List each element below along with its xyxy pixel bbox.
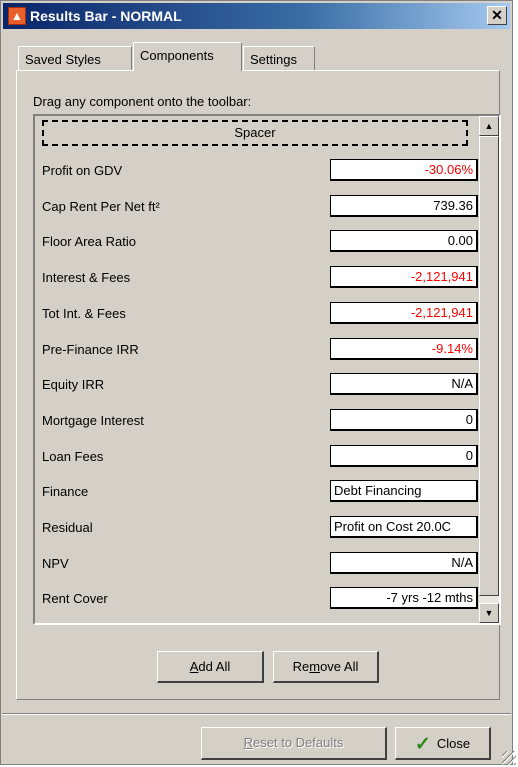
- resize-grip-icon[interactable]: [502, 751, 516, 765]
- component-value: -2,121,941: [330, 302, 478, 324]
- component-row-partial[interactable]: [39, 616, 479, 625]
- component-label: Loan Fees: [42, 449, 104, 464]
- component-row[interactable]: Rent Cover -7 yrs -12 mths: [39, 580, 479, 616]
- component-label: Tot Int. & Fees: [42, 306, 126, 321]
- reset-accel: R: [243, 735, 254, 750]
- component-value: -7 yrs -12 mths: [330, 587, 478, 609]
- tab-label: Saved Styles: [25, 52, 101, 67]
- component-row[interactable]: Tot Int. & Fees -2,121,941: [39, 295, 479, 331]
- component-row[interactable]: Cap Rent Per Net ft² 739.36: [39, 188, 479, 224]
- component-label: NPV: [42, 556, 69, 571]
- component-row[interactable]: Pre-Finance IRR -9.14%: [39, 331, 479, 367]
- component-label: Mortgage Interest: [42, 413, 144, 428]
- component-label: Residual: [42, 520, 93, 535]
- component-row[interactable]: Equity IRR N/A: [39, 366, 479, 402]
- component-value: N/A: [330, 373, 478, 395]
- vertical-scrollbar[interactable]: ▲ ▼: [479, 116, 499, 623]
- component-value: -2,121,941: [330, 266, 478, 288]
- title-bar[interactable]: ▲ Results Bar - NORMAL ✕: [3, 3, 510, 29]
- footer-separator: [2, 713, 511, 715]
- remove-all-label-rest: ove All: [320, 659, 359, 674]
- remove-all-accel: m: [309, 659, 321, 674]
- spacer-component[interactable]: Spacer: [42, 120, 468, 146]
- close-label: Close: [436, 736, 471, 751]
- tab-settings[interactable]: Settings: [243, 46, 315, 70]
- component-value: 0: [330, 409, 478, 431]
- component-value: 0: [330, 445, 478, 467]
- component-label: Pre-Finance IRR: [42, 342, 139, 357]
- component-value: N/A: [330, 552, 478, 574]
- component-label: Rent Cover: [42, 591, 108, 606]
- component-row[interactable]: Mortgage Interest 0: [39, 402, 479, 438]
- component-value: Debt Financing: [330, 480, 478, 502]
- close-icon: ✕: [491, 7, 503, 23]
- component-label: Equity IRR: [42, 377, 105, 392]
- component-label: Floor Area Ratio: [42, 234, 136, 249]
- reset-to-defaults-button[interactable]: Reset to Defaults: [201, 727, 387, 760]
- app-icon: ▲: [8, 7, 26, 25]
- component-row[interactable]: NPV N/A: [39, 545, 479, 581]
- spacer-label: Spacer: [234, 125, 276, 140]
- component-row[interactable]: Floor Area Ratio 0.00: [39, 223, 479, 259]
- add-all-button[interactable]: Add All: [157, 651, 264, 683]
- component-label: Interest & Fees: [42, 270, 131, 285]
- remove-all-label: Re: [292, 659, 310, 674]
- component-row[interactable]: Finance Debt Financing: [39, 473, 479, 509]
- scroll-down-button[interactable]: ▼: [479, 603, 499, 623]
- checkmark-icon: ✓: [414, 734, 431, 755]
- tab-saved-styles[interactable]: Saved Styles: [18, 46, 132, 70]
- tab-label: Settings: [250, 52, 297, 67]
- component-label: Finance: [42, 484, 89, 499]
- arrow-up-icon: ▲: [484, 121, 494, 131]
- component-label: Profit on GDV: [42, 163, 123, 178]
- component-value: 739.36: [330, 195, 478, 217]
- scroll-thumb[interactable]: [479, 136, 499, 596]
- instructions-label: Drag any component onto the toolbar:: [33, 94, 252, 109]
- component-value: Profit on Cost 20.0C: [330, 516, 478, 538]
- window-title: Results Bar - NORMAL: [30, 8, 182, 24]
- remove-all-button[interactable]: Remove All: [273, 651, 379, 683]
- component-value: -9.14%: [330, 338, 478, 360]
- arrow-down-icon: ▼: [484, 608, 494, 618]
- component-value: [330, 623, 478, 625]
- component-value: 0.00: [330, 230, 478, 252]
- tab-components[interactable]: Components: [133, 42, 242, 71]
- tab-label: Components: [140, 48, 214, 63]
- close-window-button[interactable]: ✕: [487, 6, 507, 25]
- scroll-up-button[interactable]: ▲: [479, 116, 499, 136]
- add-all-label-rest: dd All: [198, 659, 231, 674]
- components-list[interactable]: Spacer Profit on GDV -30.06% Cap Rent Per …: [33, 114, 501, 625]
- component-value: -30.06%: [330, 159, 478, 181]
- close-button[interactable]: ✓ Close: [395, 727, 491, 760]
- reset-label-rest: eset to Defaults: [253, 735, 344, 750]
- component-row[interactable]: Interest & Fees -2,121,941: [39, 259, 479, 295]
- component-label: Cap Rent Per Net ft²: [42, 199, 160, 214]
- component-row[interactable]: Profit on GDV -30.06%: [39, 152, 479, 188]
- component-row[interactable]: Loan Fees 0: [39, 438, 479, 474]
- component-row[interactable]: Residual Profit on Cost 20.0C: [39, 509, 479, 545]
